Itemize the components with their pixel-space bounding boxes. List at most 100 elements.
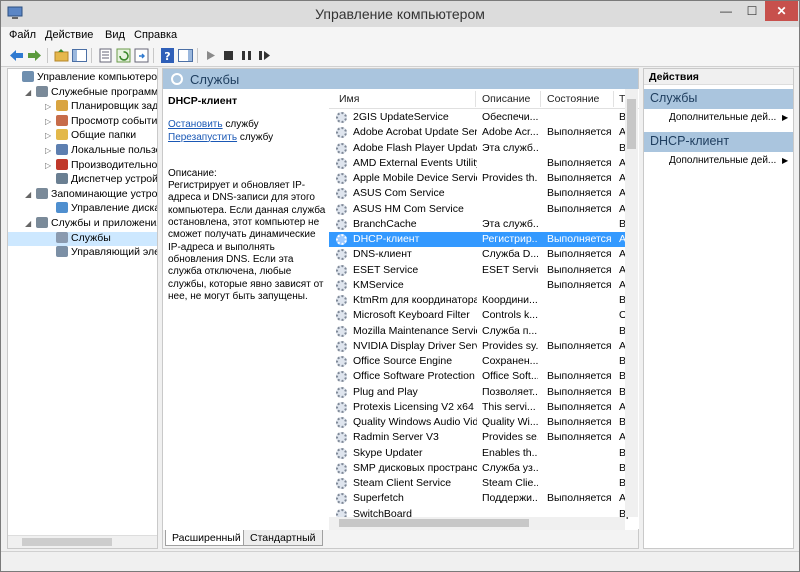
menu-file[interactable]: Файл (9, 29, 36, 41)
service-status: Выполняется (547, 431, 611, 444)
service-row[interactable]: 2GIS UpdateServiceОбеспечи...Вр (329, 110, 629, 125)
restart-service-icon[interactable] (256, 47, 273, 64)
show-hide-console-tree-icon[interactable] (71, 47, 88, 64)
column-separator[interactable] (475, 91, 476, 107)
collapsed-arrow-icon[interactable]: ▷ (45, 131, 51, 140)
collapsed-arrow-icon[interactable]: ▷ (45, 102, 51, 111)
gear-icon (336, 371, 347, 383)
minimize-button[interactable]: — (713, 1, 739, 21)
service-row[interactable]: KMServiceВыполняетсяАв (329, 278, 629, 293)
tree-item[interactable]: ◢ Службы и приложения (8, 217, 157, 231)
tree-item[interactable]: Управление компьютером (л (8, 71, 157, 85)
service-row[interactable]: Plug and PlayПозволяет...ВыполняетсяВр (329, 385, 629, 400)
pause-service-icon[interactable] (238, 47, 255, 64)
tree-item[interactable]: Управление дисками (8, 202, 157, 216)
tree-item[interactable]: ◢ Запоминающие устройст (8, 187, 157, 202)
column-separator[interactable] (540, 91, 541, 107)
services-vertical-scrollbar[interactable] (625, 89, 638, 517)
scrollbar-thumb[interactable] (339, 519, 529, 527)
tree-item[interactable]: ◢ Служебные программы (8, 85, 157, 100)
menu-view[interactable]: Вид (105, 29, 125, 41)
back-arrow-icon[interactable] (8, 47, 25, 64)
restart-service-link[interactable]: Перезапустить (168, 132, 237, 143)
service-row[interactable]: Adobe Flash Player Update ... Эта служб..… (329, 141, 629, 156)
tree-node-icon (56, 202, 68, 214)
up-folder-icon[interactable] (53, 47, 70, 64)
service-row[interactable]: DNS-клиентСлужба D...ВыполняетсяАв (329, 247, 629, 262)
service-row[interactable]: Apple Mobile Device Service Provides th..… (329, 171, 629, 186)
show-hide-action-pane-icon[interactable] (177, 47, 194, 64)
column-description[interactable]: Описание (482, 93, 530, 105)
service-row[interactable]: Skype UpdaterEnables th...Вр (329, 446, 629, 461)
service-row[interactable]: AMD External Events UtilityВыполняетсяАв (329, 156, 629, 171)
expanded-arrow-icon[interactable]: ◢ (25, 190, 31, 199)
chevron-right-icon[interactable]: ▶ (782, 113, 788, 122)
service-row[interactable]: NVIDIA Display Driver Service Provides sy… (329, 339, 629, 354)
refresh-icon[interactable] (115, 47, 132, 64)
start-service-icon[interactable] (202, 47, 219, 64)
service-status: Выполняется (547, 278, 611, 291)
collapsed-arrow-icon[interactable]: ▷ (45, 161, 51, 170)
tree-item[interactable]: ▷ Планировщик заданий (8, 100, 157, 114)
tree-horizontal-scrollbar[interactable] (8, 535, 157, 548)
stop-service-icon[interactable] (220, 47, 237, 64)
service-name: KtmRm для координатора ... (353, 294, 477, 306)
gear-icon (336, 432, 347, 444)
service-row[interactable]: Office Software Protection ... Office Sof… (329, 369, 629, 384)
chevron-right-icon[interactable]: ▶ (782, 156, 788, 165)
service-row[interactable]: Protexis Licensing V2 x64 This servi... Вы… (329, 400, 629, 415)
service-row[interactable]: BranchCacheЭта служб...Вр (329, 217, 629, 232)
service-row[interactable]: KtmRm для координатора ...Координи...Вр (329, 293, 629, 308)
scrollbar-thumb[interactable] (22, 538, 112, 546)
maximize-button[interactable]: ☐ (739, 1, 765, 21)
tree-item[interactable]: ▷ Локальные пользовате (8, 144, 157, 158)
service-row[interactable]: Adobe Acrobat Update Serv... Adobe Acr...… (329, 125, 629, 140)
tree-item[interactable]: ▷ Общие папки (8, 129, 157, 143)
service-row[interactable]: Office Source EngineСохранен...Вр (329, 354, 629, 369)
tab-extended[interactable]: Расширенный (165, 530, 248, 546)
tree-node-icon (36, 85, 48, 97)
tab-standard[interactable]: Стандартный (243, 530, 323, 546)
tree-item[interactable]: ▷ Просмотр событий (8, 114, 157, 129)
tree-item-label: Управляющий элемен (71, 246, 157, 259)
properties-icon[interactable] (97, 47, 114, 64)
service-row[interactable]: Quality Windows Audio Vid... Quality Wi..… (329, 415, 629, 430)
forward-arrow-icon[interactable] (26, 47, 43, 64)
service-row[interactable]: ASUS Com ServiceВыполняетсяАв (329, 186, 629, 201)
tree-item[interactable]: Диспетчер устройств (8, 173, 157, 187)
tree-item[interactable]: Службы (8, 231, 157, 246)
actions-section-dhcp[interactable]: DHCP-клиент (644, 132, 793, 152)
service-row[interactable]: ASUS HM Com ServiceВыполняетсяАв (329, 202, 629, 217)
export-list-icon[interactable] (133, 47, 150, 64)
menu-help[interactable]: Справка (134, 29, 177, 41)
column-separator[interactable] (613, 91, 614, 107)
stop-service-link[interactable]: Остановить (168, 119, 223, 130)
menu-action[interactable]: Действие (45, 29, 93, 41)
help-icon[interactable]: ? (159, 47, 176, 64)
close-button[interactable]: ✕ (765, 1, 798, 21)
service-desc: ESET Service (482, 263, 538, 276)
expanded-arrow-icon[interactable]: ◢ (25, 88, 31, 97)
service-row[interactable]: DHCP-клиентРегистрир...ВыполняетсяАв (329, 232, 629, 247)
service-row[interactable]: Mozilla Maintenance ServiceСлужба п...Вр (329, 324, 629, 339)
collapsed-arrow-icon[interactable]: ▷ (45, 146, 51, 155)
tree-item[interactable]: Управляющий элемен (8, 246, 157, 260)
tree-item[interactable]: ▷ Производительность (8, 158, 157, 173)
service-row[interactable]: SMP дисковых пространст...Служба уз...Вр (329, 461, 629, 476)
column-status[interactable]: Состояние (547, 93, 599, 105)
scrollbar-thumb[interactable] (627, 99, 636, 149)
more-actions-services[interactable]: Дополнительные дей... (669, 112, 776, 123)
service-row[interactable]: Microsoft Keyboard FilterControls k...От (329, 308, 629, 323)
expanded-arrow-icon[interactable]: ◢ (25, 219, 31, 228)
services-horizontal-scrollbar[interactable] (329, 517, 625, 530)
collapsed-arrow-icon[interactable]: ▷ (45, 117, 51, 126)
service-row[interactable]: Radmin Server V3 Provides se... Выполняетс… (329, 430, 629, 445)
service-row[interactable]: SuperfetchПоддержи...ВыполняетсяАв (329, 491, 629, 506)
more-actions-dhcp[interactable]: Дополнительные дей... (669, 155, 776, 166)
service-row[interactable]: Steam Client ServiceSteam Clie...Вр (329, 476, 629, 491)
column-name[interactable]: Имя (339, 93, 359, 105)
service-row[interactable]: ESET ServiceESET ServiceВыполняетсяАв (329, 263, 629, 278)
service-status: Выполняется (547, 339, 611, 352)
service-desc: Enables th... (482, 446, 538, 459)
actions-section-services[interactable]: Службы (644, 89, 793, 109)
